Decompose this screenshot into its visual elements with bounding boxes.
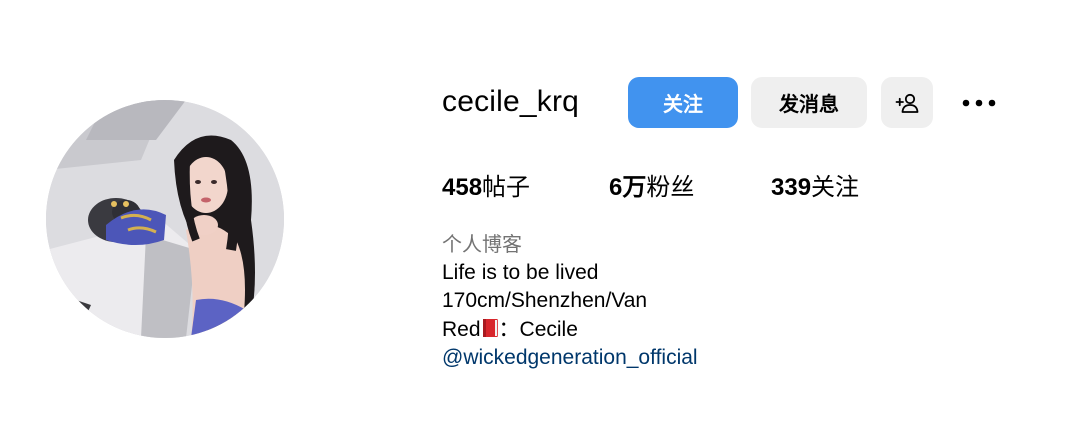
more-options-button[interactable]: [952, 77, 1006, 128]
followers-label: 粉丝: [646, 173, 695, 201]
follow-button-label: 关注: [663, 92, 703, 116]
stat-following[interactable]: 339关注: [771, 170, 859, 205]
tagged-account-link[interactable]: @wickedgeneration_official: [442, 346, 698, 369]
message-button-label: 发消息: [779, 92, 839, 116]
posts-count: 458: [442, 174, 483, 201]
stat-followers[interactable]: 6万粉丝: [609, 170, 694, 205]
bio-line-2: 170cm/Shenzhen/Van: [442, 289, 648, 312]
more-horizontal-icon: [962, 99, 996, 106]
posts-label: 帖子: [482, 173, 531, 201]
profile-header: cecile_krq 关注 发消息 458帖子 6万粉丝 339关注 个人博客 …: [0, 0, 1080, 430]
bio-line-1: Life is to be lived: [442, 260, 599, 284]
profile-category: 个人博客: [442, 232, 522, 256]
bio-line-3-prefix: Red: [442, 317, 481, 341]
stat-posts[interactable]: 458帖子: [442, 170, 530, 205]
bio-line-3-suffix: ：Cecile: [498, 317, 578, 341]
follow-button[interactable]: 关注: [628, 77, 738, 128]
followers-count: 6万: [609, 174, 647, 201]
profile-avatar[interactable]: [46, 100, 284, 338]
bio: 个人博客 Life is to be lived 170cm/Shenzhen/…: [442, 230, 698, 373]
following-count: 339: [771, 174, 812, 201]
following-label: 关注: [811, 173, 860, 201]
red-book-icon: [482, 318, 498, 337]
add-person-icon: [895, 93, 919, 113]
message-button[interactable]: 发消息: [751, 77, 867, 128]
avatar-photo: [46, 100, 284, 338]
username: cecile_krq: [442, 85, 580, 118]
bio-line-3: Red ：Cecile: [442, 316, 698, 345]
suggested-accounts-button[interactable]: [881, 77, 933, 128]
